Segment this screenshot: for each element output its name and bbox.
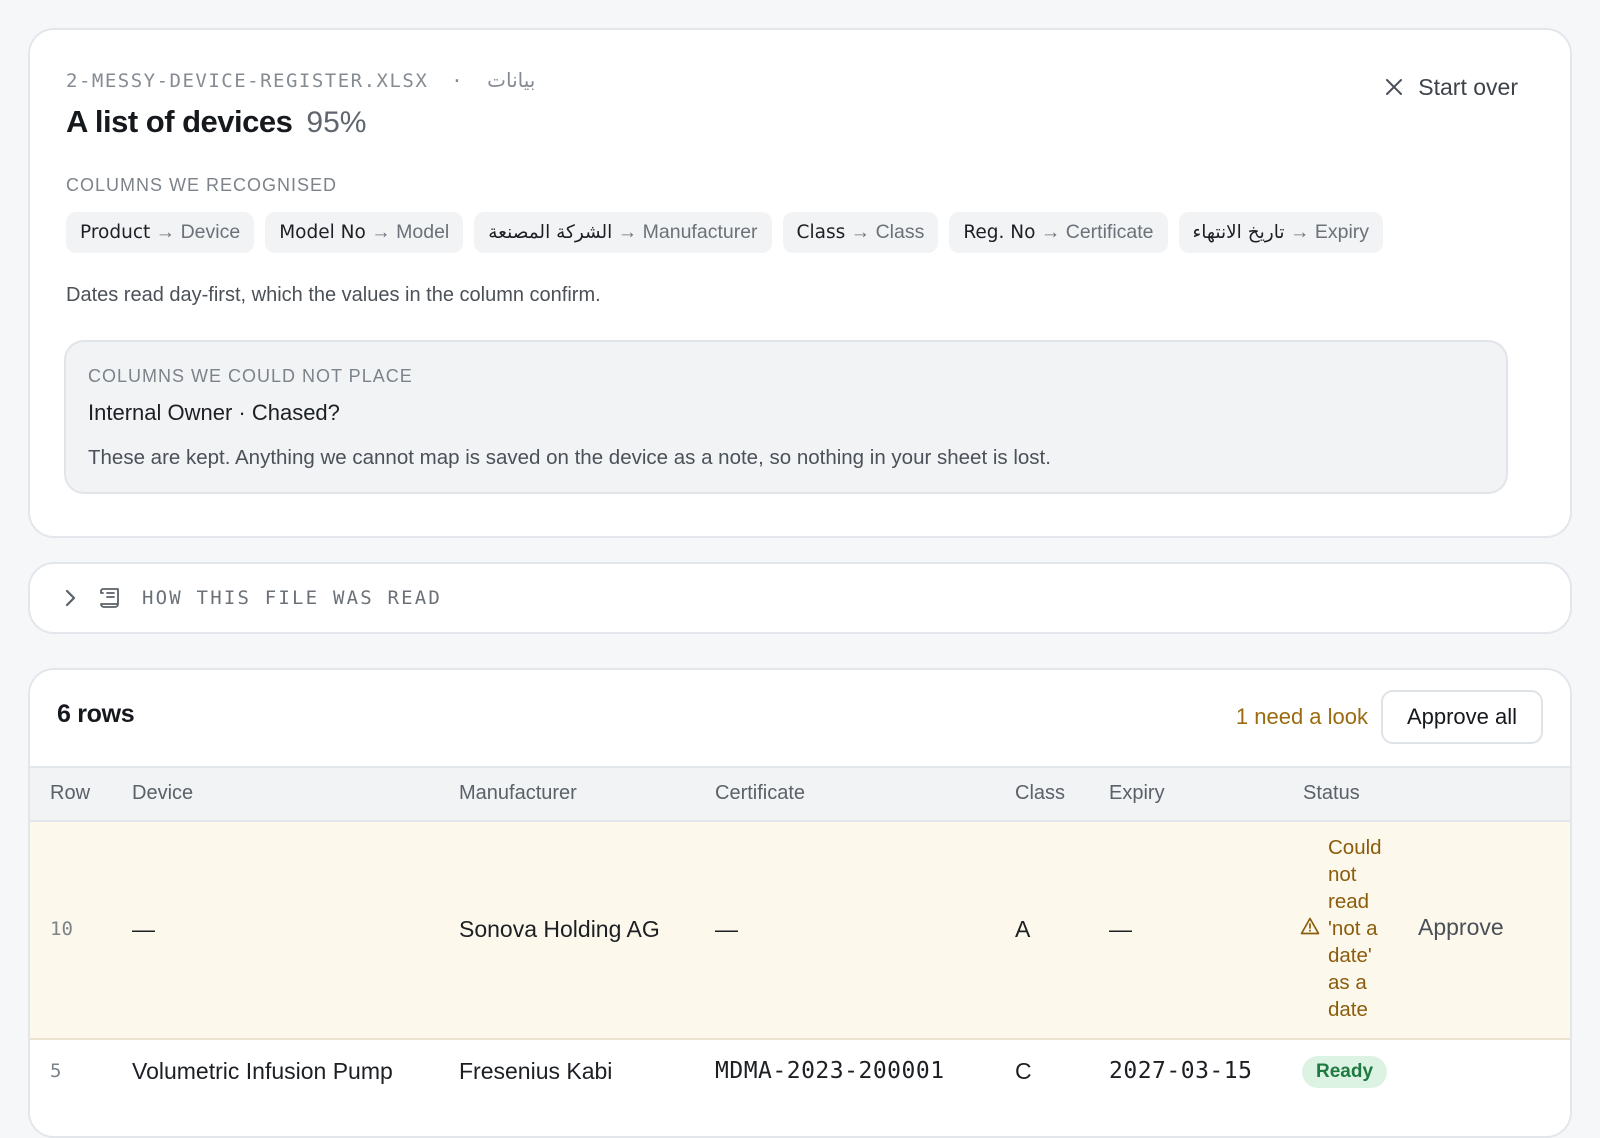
- mapping-target: Manufacturer: [642, 221, 758, 243]
- mapping-chip-expiry: تاريخ الانتهاء → Expiry: [1178, 212, 1384, 253]
- start-over-label: Start over: [1418, 74, 1518, 100]
- mapping-source: Model No: [279, 222, 366, 243]
- mapping-target: Class: [875, 221, 925, 243]
- column-header-device: Device: [132, 782, 194, 804]
- warning-icon: [1300, 916, 1320, 941]
- unplaced-columns-label: COLUMNS WE COULD NOT PLACE: [88, 366, 413, 386]
- status-badge: Ready: [1302, 1056, 1388, 1088]
- mapping-chip-certificate: Reg. No → Certificate: [949, 212, 1168, 253]
- how-file-read-toggle[interactable]: HOW THIS FILE WAS READ: [60, 564, 442, 632]
- column-header-status: Status: [1303, 782, 1360, 804]
- date-format-note: Dates read day-first, which the values i…: [66, 284, 601, 306]
- device-cell: —: [132, 916, 155, 942]
- needs-review-count: 1 need a look: [1235, 704, 1368, 729]
- mapping-source: Reg. No: [963, 222, 1036, 243]
- file-name: 2-MESSY-DEVICE-REGISTER.XLSX: [66, 70, 429, 92]
- arrow-right-icon: →: [371, 221, 391, 243]
- title-row: A list of devices 95%: [66, 104, 366, 140]
- mapping-target: Device: [180, 221, 241, 243]
- mapping-chip-class: Class → Class: [782, 212, 939, 253]
- mapping-source: الشركة المصنعة: [488, 222, 613, 243]
- row-number: 10: [50, 918, 73, 940]
- manufacturer-cell: Fresenius Kabi: [459, 1058, 613, 1084]
- mapping-target: Certificate: [1065, 221, 1154, 243]
- file-name-line: 2-MESSY-DEVICE-REGISTER.XLSX · بيانات: [66, 68, 535, 92]
- manufacturer-cell: Sonova Holding AG: [459, 916, 660, 942]
- scroll-icon: [98, 586, 124, 610]
- arrow-right-icon: →: [1289, 221, 1310, 243]
- column-mapping-list: Product → Device Model No → Model الشركة…: [66, 212, 1384, 253]
- mapping-source: Product: [80, 222, 151, 243]
- expiry-cell: 2027-03-15: [1109, 1058, 1253, 1084]
- table-row: 5 Volumetric Infusion Pump Fresenius Kab…: [30, 1040, 1570, 1136]
- import-summary-card: 2-MESSY-DEVICE-REGISTER.XLSX · بيانات A …: [28, 28, 1572, 538]
- mapping-source: تاريخ الانتهاء: [1192, 222, 1285, 243]
- confidence-score: 95%: [306, 106, 367, 139]
- recognised-columns-label: COLUMNS WE RECOGNISED: [66, 175, 338, 195]
- unplaced-columns-panel: COLUMNS WE COULD NOT PLACE Internal Owne…: [64, 340, 1508, 494]
- column-header-class: Class: [1015, 782, 1066, 804]
- file-separator: ·: [451, 70, 465, 92]
- arrow-right-icon: →: [617, 221, 638, 243]
- start-over-button[interactable]: Start over: [1384, 74, 1518, 101]
- expiry-cell: —: [1109, 916, 1132, 942]
- certificate-cell: —: [715, 916, 738, 942]
- column-header-certificate: Certificate: [715, 782, 806, 804]
- mapping-chip-product: Product → Device: [66, 212, 255, 253]
- status-message: Could not read 'not a date' as a date: [1328, 836, 1382, 1021]
- how-file-read-label: HOW THIS FILE WAS READ: [142, 587, 443, 609]
- class-cell: C: [1015, 1058, 1032, 1084]
- chevron-right-icon: [60, 588, 80, 608]
- column-header-expiry: Expiry: [1109, 782, 1165, 804]
- row-count: 6 rows: [57, 700, 135, 728]
- unplaced-columns-list: Internal Owner · Chased?: [88, 400, 340, 425]
- device-cell: Volumetric Infusion Pump: [132, 1058, 393, 1084]
- approve-row-button[interactable]: Approve: [1418, 914, 1504, 941]
- arrow-right-icon: →: [1040, 221, 1061, 243]
- class-cell: A: [1015, 916, 1031, 942]
- rows-table-card: 6 rows 1 need a look Approve all Row Dev…: [28, 668, 1572, 1138]
- how-file-read-disclosure[interactable]: HOW THIS FILE WAS READ: [28, 562, 1572, 634]
- column-header-row: Row: [50, 782, 91, 804]
- close-icon: [1384, 75, 1404, 101]
- column-header-manufacturer: Manufacturer: [459, 782, 577, 804]
- table-header: Row Device Manufacturer Certificate Clas…: [30, 766, 1570, 822]
- mapping-chip-model: Model No → Model: [265, 212, 464, 253]
- page-title: A list of devices: [66, 104, 293, 139]
- sheet-name: بيانات: [487, 68, 536, 92]
- certificate-cell: MDMA-2023-200001: [715, 1058, 945, 1084]
- arrow-right-icon: →: [850, 221, 871, 243]
- mapping-chip-manufacturer: الشركة المصنعة → Manufacturer: [474, 212, 772, 253]
- approve-all-button[interactable]: Approve all: [1381, 690, 1543, 744]
- unplaced-columns-note: These are kept. Anything we cannot map i…: [88, 446, 1051, 469]
- row-number: 5: [50, 1060, 62, 1082]
- mapping-source: Class: [796, 222, 846, 243]
- table-row-needs-review: 10 — Sonova Holding AG — A — Could not r…: [30, 822, 1570, 1040]
- mapping-target: Expiry: [1314, 221, 1370, 243]
- mapping-target: Model: [396, 221, 450, 243]
- status-cell-warning: Could not read 'not a date' as a date: [1300, 834, 1394, 1023]
- arrow-right-icon: →: [155, 221, 176, 243]
